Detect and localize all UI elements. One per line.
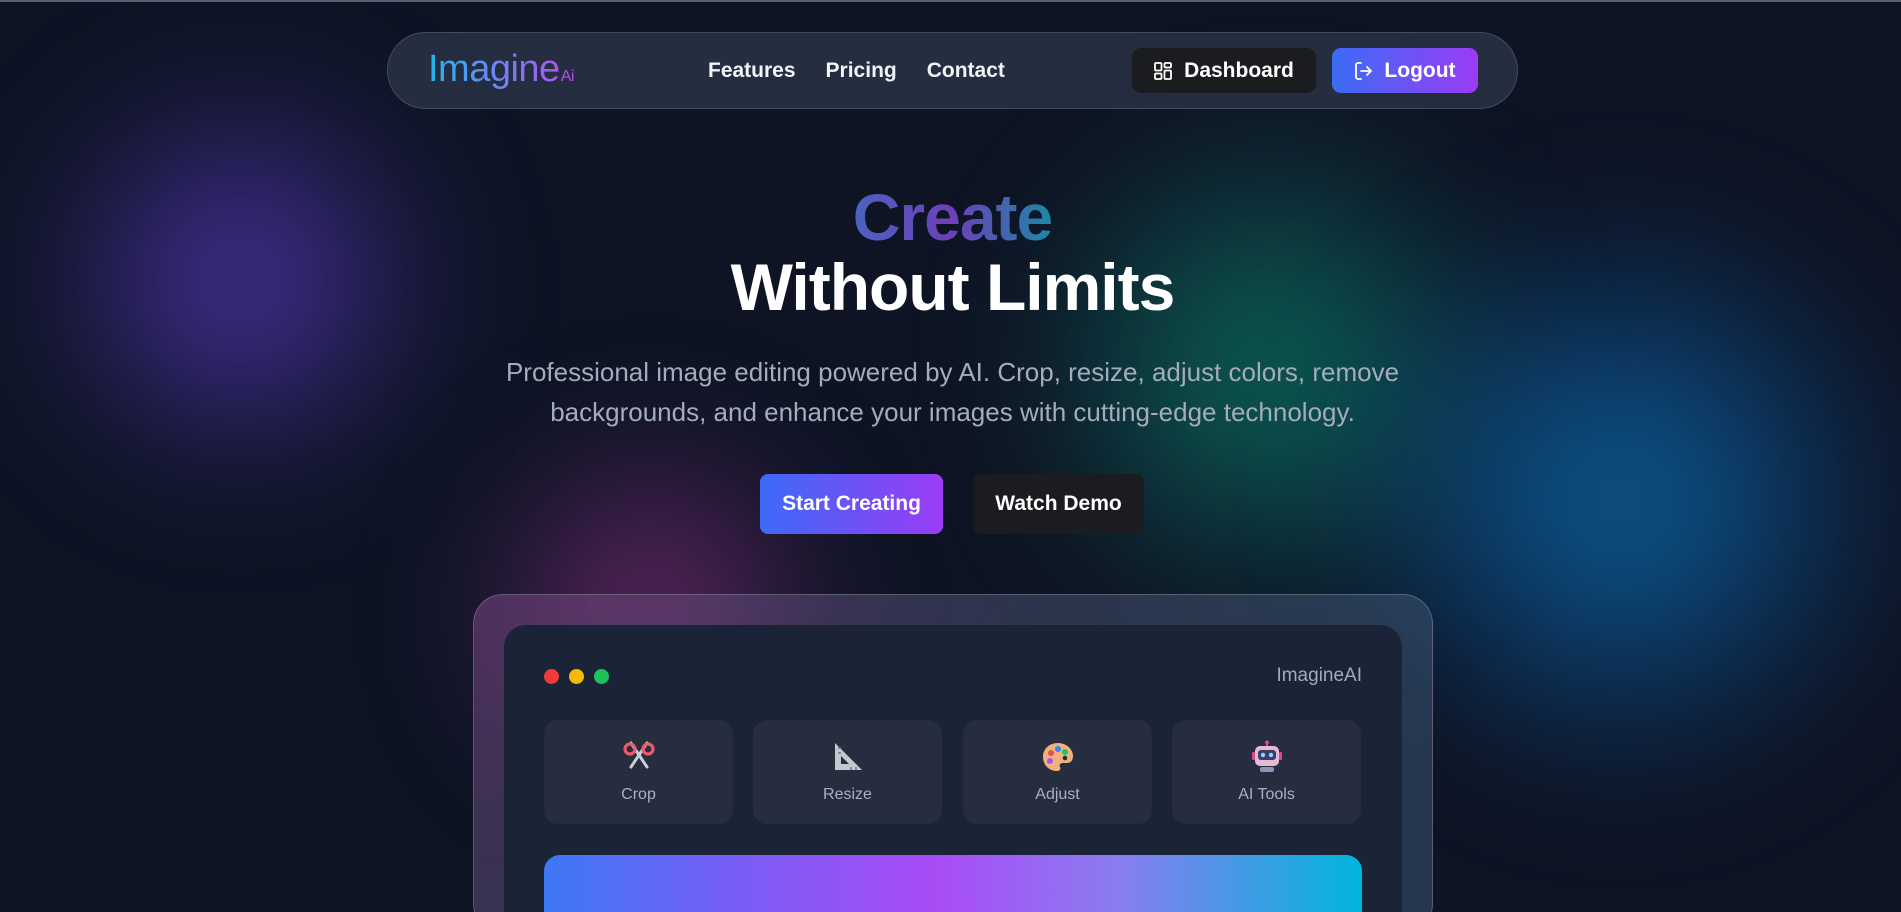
hero-subtitle: Professional image editing powered by AI…	[505, 357, 1400, 427]
top-border	[0, 0, 1901, 2]
window-maximize-dot	[594, 669, 609, 684]
tool-label-resize: Resize	[823, 786, 872, 803]
robot-icon	[1172, 740, 1361, 774]
nav-links: Features Pricing Contact	[708, 59, 1005, 83]
tool-card-ai-tools[interactable]: AI Tools	[1172, 720, 1361, 824]
nav-link-features[interactable]: Features	[708, 59, 796, 83]
dashboard-button-label: Dashboard	[1184, 58, 1294, 82]
logout-button-label: Logout	[1384, 58, 1456, 82]
dashboard-button[interactable]: Dashboard	[1132, 48, 1316, 93]
window-close-dot	[544, 669, 559, 684]
preview-app-name: ImagineAI	[1276, 665, 1362, 686]
tool-label-adjust: Adjust	[1035, 786, 1080, 803]
nav-link-pricing[interactable]: Pricing	[826, 59, 897, 83]
logout-icon	[1354, 61, 1374, 81]
brand-name: Imagine	[428, 48, 560, 90]
brand-suffix: Ai	[560, 68, 574, 85]
tool-label-crop: Crop	[621, 786, 656, 803]
start-creating-button[interactable]: Start Creating	[760, 474, 943, 534]
hero-title-main: Without Limits	[730, 250, 1176, 324]
palette-icon	[963, 740, 1152, 774]
watch-demo-button[interactable]: Watch Demo	[973, 474, 1144, 534]
tool-card-crop[interactable]: Crop	[544, 720, 733, 824]
tool-label-ai-tools: AI Tools	[1238, 786, 1295, 803]
hero-title-accent: Create	[852, 180, 1053, 254]
navbar: ImagineAi Features Pricing Contact Dashb…	[387, 32, 1518, 109]
dashboard-grid-icon	[1154, 61, 1173, 80]
tool-card-resize[interactable]: Resize	[753, 720, 942, 824]
tool-card-adjust[interactable]: Adjust	[963, 720, 1152, 824]
brand-logo[interactable]: ImagineAi	[428, 49, 574, 97]
preview-canvas	[544, 855, 1362, 912]
logout-button[interactable]: Logout	[1332, 48, 1478, 93]
nav-link-contact[interactable]: Contact	[927, 59, 1005, 83]
triangle-ruler-icon	[753, 740, 942, 774]
scissors-icon	[544, 740, 733, 774]
window-minimize-dot	[569, 669, 584, 684]
page: ImagineAi Features Pricing Contact Dashb…	[0, 0, 1901, 912]
